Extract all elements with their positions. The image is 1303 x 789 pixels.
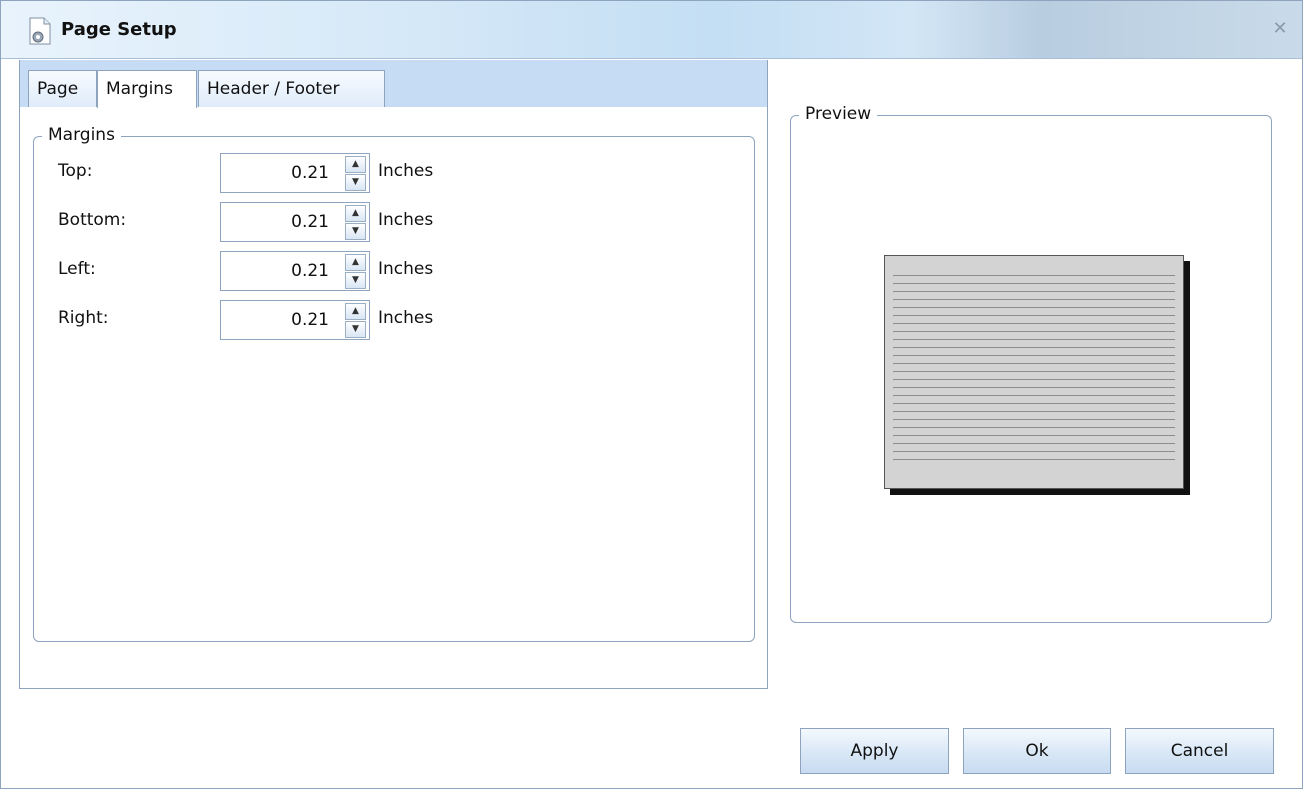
bottom-margin-unit: Inches — [378, 210, 434, 230]
top-margin-value[interactable]: 0.21 — [291, 163, 329, 183]
preview-line — [893, 291, 1175, 292]
preview-line — [893, 427, 1175, 428]
preview-line — [893, 315, 1175, 316]
preview-line — [893, 371, 1175, 372]
apply-button[interactable]: Apply — [800, 728, 949, 774]
preview-line — [893, 419, 1175, 420]
preview-line — [893, 347, 1175, 348]
tab-header-footer[interactable]: Header / Footer — [198, 70, 385, 107]
page-setup-icon — [29, 17, 51, 45]
right-margin-unit: Inches — [378, 308, 434, 328]
bottom-margin-spinner[interactable]: 0.21 ▲ ▼ — [220, 202, 370, 242]
bottom-margin-down-icon[interactable]: ▼ — [345, 223, 366, 240]
preview-line — [893, 283, 1175, 284]
left-margin-value[interactable]: 0.21 — [291, 261, 329, 281]
preview-line — [893, 323, 1175, 324]
preview-line — [893, 403, 1175, 404]
right-margin-spinner[interactable]: 0.21 ▲ ▼ — [220, 300, 370, 340]
preview-line — [893, 379, 1175, 380]
top-margin-spin-buttons: ▲ ▼ — [341, 154, 369, 192]
right-margin-value[interactable]: 0.21 — [291, 310, 329, 330]
page-setup-dialog: Page Setup ✕ Page Margins Header / Foote… — [0, 0, 1303, 789]
top-margin-down-icon[interactable]: ▼ — [345, 174, 366, 191]
preview-line — [893, 331, 1175, 332]
margins-group-legend: Margins — [42, 125, 121, 145]
cancel-button[interactable]: Cancel — [1125, 728, 1274, 774]
preview-group-legend: Preview — [799, 104, 878, 124]
preview-line — [893, 395, 1175, 396]
left-margin-unit: Inches — [378, 259, 434, 279]
preview-line — [893, 363, 1175, 364]
top-margin-up-icon[interactable]: ▲ — [345, 156, 366, 173]
left-margin-down-icon[interactable]: ▼ — [345, 272, 366, 289]
ok-button[interactable]: Ok — [963, 728, 1111, 774]
top-margin-label: Top: — [58, 161, 93, 181]
tab-panel: Page Margins Header / Footer Margins Top… — [19, 60, 768, 689]
preview-line — [893, 443, 1175, 444]
bottom-margin-value[interactable]: 0.21 — [291, 212, 329, 232]
left-margin-spinner[interactable]: 0.21 ▲ ▼ — [220, 251, 370, 291]
left-margin-spin-buttons: ▲ ▼ — [341, 252, 369, 290]
bottom-margin-up-icon[interactable]: ▲ — [345, 205, 366, 222]
bottom-margin-spin-buttons: ▲ ▼ — [341, 203, 369, 241]
left-margin-label: Left: — [58, 259, 96, 279]
preview-line — [893, 387, 1175, 388]
right-margin-label: Right: — [58, 308, 109, 328]
top-margin-unit: Inches — [378, 161, 434, 181]
preview-line — [893, 355, 1175, 356]
preview-line — [893, 411, 1175, 412]
right-margin-spin-buttons: ▲ ▼ — [341, 301, 369, 339]
preview-line — [893, 435, 1175, 436]
title-bar: Page Setup ✕ — [1, 1, 1302, 59]
preview-line — [893, 459, 1175, 460]
preview-line — [893, 307, 1175, 308]
dialog-title: Page Setup — [61, 19, 177, 40]
tab-margins[interactable]: Margins — [97, 70, 197, 108]
margins-group: Margins Top: 0.21 ▲ ▼ Inches Bottom: 0.2… — [33, 125, 755, 642]
bottom-margin-label: Bottom: — [58, 210, 127, 230]
preview-line — [893, 275, 1175, 276]
close-icon[interactable]: ✕ — [1270, 19, 1290, 39]
preview-line — [893, 339, 1175, 340]
tab-page[interactable]: Page — [28, 70, 97, 107]
page-preview — [884, 255, 1184, 489]
left-margin-up-icon[interactable]: ▲ — [345, 254, 366, 271]
preview-line — [893, 451, 1175, 452]
preview-group: Preview — [790, 104, 1272, 623]
top-margin-spinner[interactable]: 0.21 ▲ ▼ — [220, 153, 370, 193]
preview-line — [893, 299, 1175, 300]
right-margin-down-icon[interactable]: ▼ — [345, 321, 366, 338]
right-margin-up-icon[interactable]: ▲ — [345, 303, 366, 320]
tab-strip: Page Margins Header / Footer — [20, 60, 767, 108]
